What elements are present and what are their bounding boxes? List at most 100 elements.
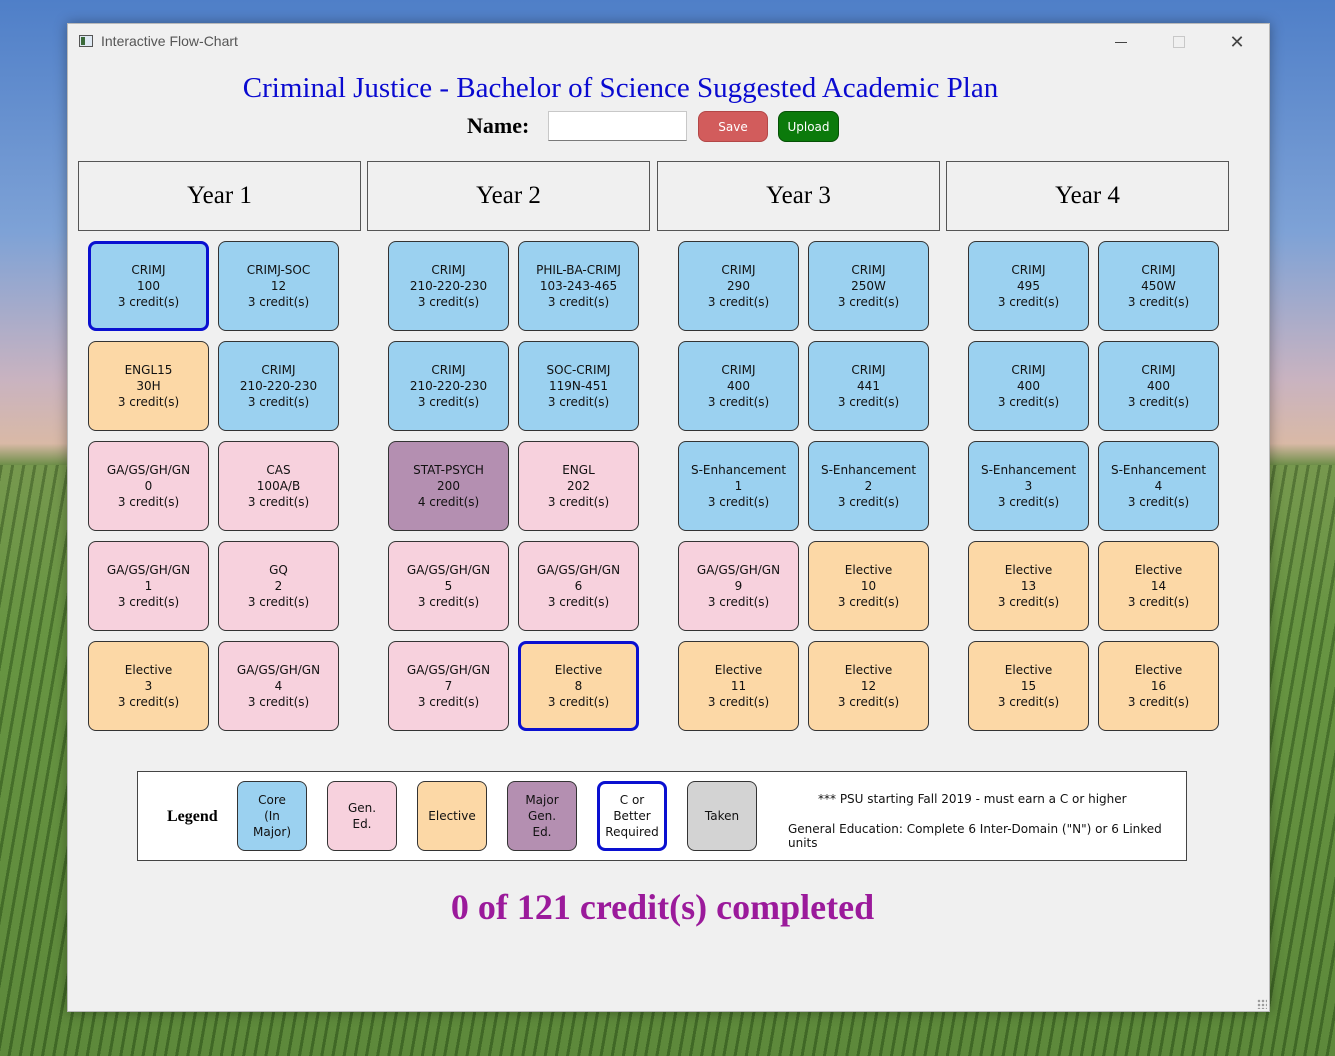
course-line: Elective bbox=[1134, 663, 1183, 677]
resize-grip-icon[interactable] bbox=[1257, 999, 1267, 1009]
course-card[interactable]: GA/GS/GH/GN 4 3 credit(s) bbox=[218, 641, 339, 731]
course-card[interactable]: CRIMJ 400 3 credit(s) bbox=[1098, 341, 1219, 431]
course-line: 210-220-230 bbox=[409, 279, 488, 293]
course-line: 3 credit(s) bbox=[837, 595, 900, 609]
course-card[interactable]: S-Enhancement 4 3 credit(s) bbox=[1098, 441, 1219, 531]
course-line: 200 bbox=[437, 479, 460, 493]
course-card[interactable]: S-Enhancement 3 3 credit(s) bbox=[968, 441, 1089, 531]
course-line: 7 bbox=[444, 679, 453, 693]
course-card[interactable]: Elective 13 3 credit(s) bbox=[968, 541, 1089, 631]
course-card[interactable]: CRIMJ 210-220-230 3 credit(s) bbox=[388, 241, 509, 331]
course-line: GA/GS/GH/GN bbox=[536, 563, 621, 577]
course-card[interactable]: CAS 100A/B 3 credit(s) bbox=[218, 441, 339, 531]
course-card[interactable]: Elective 8 3 credit(s) bbox=[518, 641, 639, 731]
window-title: Interactive Flow-Chart bbox=[101, 33, 238, 49]
course-line: S-Enhancement bbox=[1110, 463, 1207, 477]
course-card[interactable]: Elective 16 3 credit(s) bbox=[1098, 641, 1219, 731]
maximize-button[interactable] bbox=[1150, 24, 1208, 60]
course-line: 103-243-465 bbox=[539, 279, 618, 293]
course-line: 12 bbox=[860, 679, 877, 693]
plan-title: Criminal Justice - Bachelor of Science S… bbox=[242, 72, 999, 104]
course-line: 13 bbox=[1020, 579, 1037, 593]
close-button[interactable]: ✕ bbox=[1208, 24, 1266, 60]
course-line: 15 bbox=[1020, 679, 1037, 693]
course-card[interactable]: GA/GS/GH/GN 5 3 credit(s) bbox=[388, 541, 509, 631]
course-line: 400 bbox=[1147, 379, 1170, 393]
course-line: Elective bbox=[124, 663, 173, 677]
course-line: 3 credit(s) bbox=[117, 495, 180, 509]
course-line: 2 bbox=[274, 579, 283, 593]
course-card[interactable]: SOC-CRIMJ 119N-451 3 credit(s) bbox=[518, 341, 639, 431]
course-card[interactable]: CRIMJ 100 3 credit(s) bbox=[88, 241, 209, 331]
course-line: CRIMJ bbox=[1141, 263, 1176, 277]
course-line: 3 credit(s) bbox=[707, 395, 770, 409]
course-card[interactable]: GA/GS/GH/GN 6 3 credit(s) bbox=[518, 541, 639, 631]
course-line: S-Enhancement bbox=[820, 463, 917, 477]
course-line: 202 bbox=[567, 479, 590, 493]
course-card[interactable]: GQ 2 3 credit(s) bbox=[218, 541, 339, 631]
course-card[interactable]: GA/GS/GH/GN 1 3 credit(s) bbox=[88, 541, 209, 631]
course-card[interactable]: Elective 14 3 credit(s) bbox=[1098, 541, 1219, 631]
course-card[interactable]: Elective 10 3 credit(s) bbox=[808, 541, 929, 631]
course-line: 4 credit(s) bbox=[417, 495, 480, 509]
course-line: CRIMJ bbox=[431, 263, 466, 277]
course-line: 3 credit(s) bbox=[117, 695, 180, 709]
course-card[interactable]: CRIMJ 495 3 credit(s) bbox=[968, 241, 1089, 331]
course-line: GA/GS/GH/GN bbox=[106, 563, 191, 577]
course-card[interactable]: S-Enhancement 2 3 credit(s) bbox=[808, 441, 929, 531]
legend-title: Legend bbox=[167, 808, 218, 825]
course-card[interactable]: GA/GS/GH/GN 0 3 credit(s) bbox=[88, 441, 209, 531]
course-card[interactable]: CRIMJ 441 3 credit(s) bbox=[808, 341, 929, 431]
course-line: 3 credit(s) bbox=[547, 495, 610, 509]
course-card[interactable]: CRIMJ 250W 3 credit(s) bbox=[808, 241, 929, 331]
course-line: 450W bbox=[1141, 279, 1176, 293]
course-card[interactable]: CRIMJ 450W 3 credit(s) bbox=[1098, 241, 1219, 331]
course-card[interactable]: ENGL15 30H 3 credit(s) bbox=[88, 341, 209, 431]
course-card[interactable]: S-Enhancement 1 3 credit(s) bbox=[678, 441, 799, 531]
course-line: Elective bbox=[714, 663, 763, 677]
course-card[interactable]: CRIMJ 210-220-230 3 credit(s) bbox=[388, 341, 509, 431]
course-card[interactable]: CRIMJ 400 3 credit(s) bbox=[968, 341, 1089, 431]
course-card[interactable]: CRIMJ 400 3 credit(s) bbox=[678, 341, 799, 431]
course-line: 10 bbox=[860, 579, 877, 593]
course-line: 400 bbox=[727, 379, 750, 393]
maximize-icon bbox=[1173, 36, 1185, 48]
course-card[interactable]: STAT-PSYCH 200 4 credit(s) bbox=[388, 441, 509, 531]
year-header-1: Year 1 bbox=[78, 161, 361, 231]
upload-button[interactable]: Upload bbox=[778, 111, 839, 142]
course-line: Elective bbox=[1134, 563, 1183, 577]
course-line: CRIMJ bbox=[1011, 363, 1046, 377]
legend-swatch-label: Gen. bbox=[347, 801, 377, 815]
course-card[interactable]: Elective 12 3 credit(s) bbox=[808, 641, 929, 731]
course-line: 3 credit(s) bbox=[837, 395, 900, 409]
course-line: 119N-451 bbox=[548, 379, 609, 393]
course-line: 8 bbox=[574, 679, 583, 693]
course-line: 4 bbox=[1154, 479, 1163, 493]
minimize-button[interactable] bbox=[1092, 24, 1150, 60]
course-line: CAS bbox=[266, 463, 291, 477]
save-button[interactable]: Save bbox=[698, 111, 768, 142]
course-card[interactable]: CRIMJ-SOC 12 3 credit(s) bbox=[218, 241, 339, 331]
course-line: 3 credit(s) bbox=[547, 695, 610, 709]
course-line: 441 bbox=[857, 379, 880, 393]
course-line: CRIMJ bbox=[261, 363, 296, 377]
course-line: 1 bbox=[734, 479, 743, 493]
course-card[interactable]: CRIMJ 290 3 credit(s) bbox=[678, 241, 799, 331]
course-card[interactable]: CRIMJ 210-220-230 3 credit(s) bbox=[218, 341, 339, 431]
course-line: 3 credit(s) bbox=[997, 695, 1060, 709]
legend-swatch: Core (In Major) bbox=[237, 781, 307, 851]
course-card[interactable]: PHIL-BA-CRIMJ 103-243-465 3 credit(s) bbox=[518, 241, 639, 331]
course-card[interactable]: Elective 15 3 credit(s) bbox=[968, 641, 1089, 731]
course-line: PHIL-BA-CRIMJ bbox=[536, 263, 621, 277]
course-card[interactable]: ENGL 202 3 credit(s) bbox=[518, 441, 639, 531]
course-line: 3 credit(s) bbox=[247, 695, 310, 709]
course-card[interactable]: Elective 11 3 credit(s) bbox=[678, 641, 799, 731]
course-card[interactable]: Elective 3 3 credit(s) bbox=[88, 641, 209, 731]
name-input[interactable] bbox=[548, 111, 687, 141]
course-line: 11 bbox=[730, 679, 747, 693]
course-line: 3 credit(s) bbox=[837, 695, 900, 709]
course-card[interactable]: GA/GS/GH/GN 7 3 credit(s) bbox=[388, 641, 509, 731]
legend-swatch-label: C or bbox=[619, 793, 645, 807]
course-card[interactable]: GA/GS/GH/GN 9 3 credit(s) bbox=[678, 541, 799, 631]
legend-swatch: C or Better Required bbox=[597, 781, 667, 851]
